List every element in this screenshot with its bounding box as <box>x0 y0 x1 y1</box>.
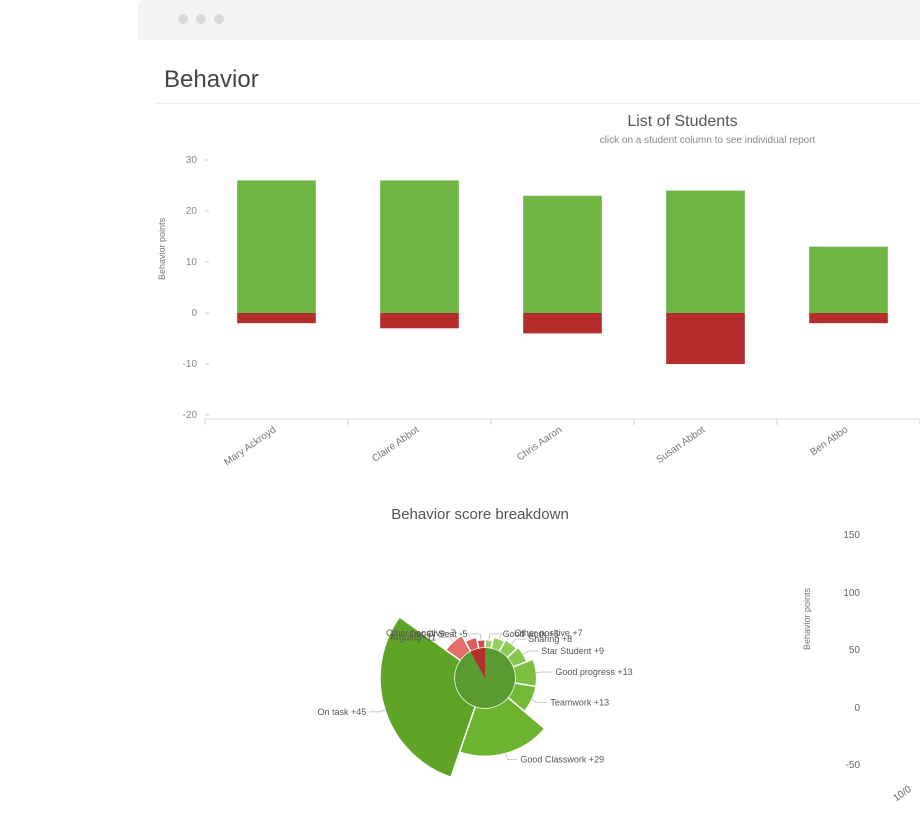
bar-positive[interactable] <box>523 196 602 313</box>
svg-text:30: 30 <box>186 155 198 166</box>
bar-chart[interactable]: -20 -10 0 10 20 30 Mary Ackroyd Claire Abbot Chr… <box>155 150 920 470</box>
right-chart-partial: Behavior points -5005010015010/0 <box>830 520 920 790</box>
bar-negative[interactable] <box>523 313 602 333</box>
minimize-icon[interactable] <box>196 14 206 24</box>
right-x-tick-label: 10/0 <box>891 784 913 804</box>
svg-text:-10: -10 <box>183 359 198 370</box>
pie-label: Good progress +13 <box>555 667 632 677</box>
right-y-tick: 50 <box>849 645 860 656</box>
bar-negative[interactable] <box>380 313 459 328</box>
close-icon[interactable] <box>178 14 188 24</box>
pie-label: Out Of Seat -5 <box>409 629 467 639</box>
svg-text:20: 20 <box>186 206 198 217</box>
divider <box>155 103 920 104</box>
right-y-tick: 150 <box>843 530 860 541</box>
bar-positive[interactable] <box>666 191 745 313</box>
bar-positive[interactable] <box>809 247 888 313</box>
pie-label: Teamwork +13 <box>550 697 609 707</box>
right-y-tick: 100 <box>843 588 860 599</box>
right-y-axis-label: Behavior points <box>802 588 812 650</box>
x-tick-label: Chris Aaron <box>515 424 564 463</box>
right-y-tick: 0 <box>854 703 860 714</box>
right-y-tick: -50 <box>846 760 860 771</box>
pie-chart[interactable]: Good work +5Other positive +7Sharing +8S… <box>300 528 670 808</box>
bar-chart-title: List of Students <box>155 113 920 131</box>
x-tick-label: Ben Abbo <box>808 424 850 458</box>
maximize-icon[interactable] <box>214 14 224 24</box>
bar-negative[interactable] <box>666 313 745 364</box>
pie-label: Star Student +9 <box>541 646 604 656</box>
window-controls <box>178 14 224 24</box>
svg-text:10: 10 <box>186 257 198 268</box>
bar-positive[interactable] <box>380 180 459 313</box>
svg-text:0: 0 <box>191 308 197 319</box>
pie-label: Sharing +8 <box>528 634 572 644</box>
svg-text:-20: -20 <box>183 410 198 421</box>
page-title: Behavior <box>164 66 259 94</box>
x-tick-label: Mary Ackroyd <box>222 424 278 468</box>
y-axis-label: Behavior points <box>157 218 167 280</box>
bar-negative[interactable] <box>237 313 316 323</box>
bar-negative[interactable] <box>809 313 888 323</box>
bar-chart-header: List of Students click on a student colu… <box>155 113 920 146</box>
x-tick-label: Claire Abbot <box>370 424 421 464</box>
x-tick-label: Susan Abbot <box>654 424 707 466</box>
bar-chart-subtitle: click on a student column to see individ… <box>155 135 920 146</box>
pie-label: On task +45 <box>318 707 367 717</box>
bar-positive[interactable] <box>237 180 316 313</box>
pie-chart-title: Behavior score breakdown <box>350 506 610 523</box>
window-titlebar <box>138 0 920 40</box>
pie-slice[interactable] <box>477 640 485 649</box>
pie-label: Good Classwork +29 <box>520 754 604 764</box>
